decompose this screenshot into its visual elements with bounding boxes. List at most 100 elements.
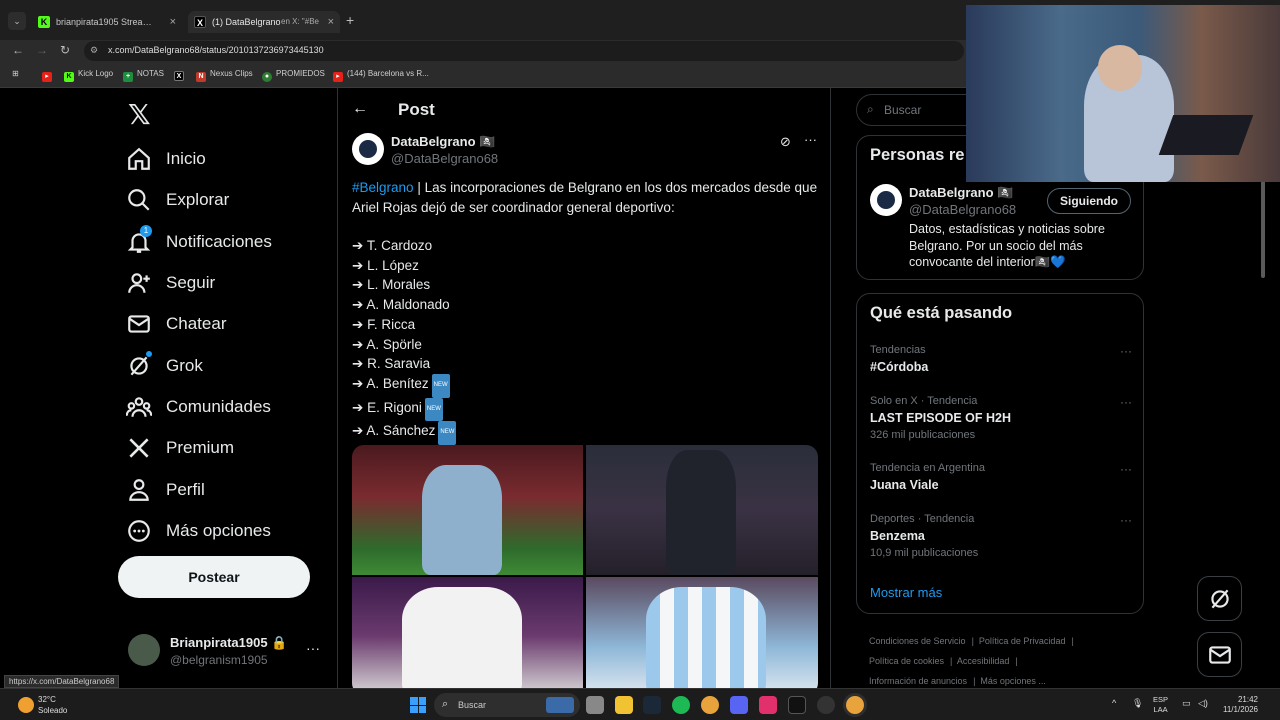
nav-label: Comunidades [166,397,271,416]
author-avatar[interactable] [870,184,902,216]
windows-taskbar: 32°C Soleado ⌕ Buscar ^ 🎙 ESP LAA ▭ ◁) 21… [0,688,1280,720]
relevant-name[interactable]: DataBelgrano 🏴‍☠️ [909,185,1013,201]
back-arrow-icon[interactable]: ← [12,43,24,57]
more-icon[interactable]: ··· [1120,395,1132,409]
post-button[interactable]: Postear [118,556,310,598]
system-clock[interactable]: 21:42 11/1/2026 [1218,695,1258,715]
bookmark-x[interactable]: X [174,69,188,81]
task-view-icon[interactable] [586,696,604,714]
site-info-icon[interactable]: ⚙ [90,45,98,56]
footer-link[interactable]: Política de Privacidad [979,636,1066,646]
address-bar[interactable]: ⚙ x.com/DataBelgrano68/status/2010137236… [84,41,964,61]
more-icon[interactable]: ··· [1120,462,1132,476]
reload-icon[interactable]: ↻ [60,43,70,57]
youtube-icon: ▸ [42,72,52,82]
close-icon[interactable]: × [170,11,176,33]
mail-icon [1208,646,1231,664]
hashtag-link[interactable]: #Belgrano [352,180,414,195]
bookmark-nexus-clips[interactable]: N Nexus Clips [196,69,253,82]
footer-link[interactable]: Condiciones de Servicio [869,636,966,646]
player-list-item: ➔ E. Rigoni NEW [352,397,456,422]
bookmark-label: NOTAS [137,69,164,78]
footer-link[interactable]: Accesibilidad [957,656,1010,666]
player-figure [646,587,766,695]
player-list-item: ➔ L. López [352,256,456,276]
browser-tab-kick[interactable]: K brianpirata1905 Stream - Watch × [32,11,182,33]
tab-search-button[interactable]: ⌄ [8,12,26,30]
footer-link[interactable]: Política de cookies [869,656,944,666]
trends-card: Qué está pasando Tendencias #Córdoba ···… [856,293,1144,614]
author-handle[interactable]: @DataBelgrano68 [391,151,498,166]
network-icon[interactable]: ▭ [1182,698,1191,709]
screen: ⌄ K brianpirata1905 Stream - Watch × X (… [0,0,1280,720]
trend-item[interactable]: Solo en X · Tendencia LAST EPISODE OF H2… [870,395,1132,441]
trend-item[interactable]: Deportes · Tendencia Benzema 10,9 mil pu… [870,513,1132,559]
file-explorer-icon[interactable] [615,696,633,714]
pirate-flag-emoji: 🏴‍☠️ [997,185,1014,200]
microphone-icon[interactable]: 🎙 [1132,698,1143,709]
more-icon[interactable]: ··· [1120,513,1132,527]
grok-icon[interactable]: ⊘ [780,134,791,150]
communities-icon [126,397,152,417]
more-icon[interactable]: ··· [1120,344,1132,358]
search-highlight-icon [546,697,574,713]
language-indicator[interactable]: ESP LAA [1153,695,1168,715]
player-name: F. Ricca [367,316,416,332]
footer-link[interactable]: Más opciones ... [980,676,1046,686]
close-icon[interactable]: × [328,11,334,33]
browser-tab-x[interactable]: X (1) DataBelgrano en X: "#Be × [188,11,340,33]
chrome-icon[interactable] [701,696,719,714]
discord-icon[interactable] [730,696,748,714]
trend-context: Tendencias [870,344,926,356]
new-indicator-dot [146,351,152,357]
arrow-icon: ➔ [352,423,364,439]
forward-arrow-icon[interactable]: → [36,43,48,57]
bookmark-barcelona[interactable]: ▸ (144) Barcelona vs R... [333,69,429,82]
tab-title: (1) DataBelgrano [212,17,281,27]
obs-icon[interactable] [817,696,835,714]
more-icon[interactable]: ··· [804,132,817,147]
grok-floating-button[interactable] [1197,576,1242,621]
youtube-bookmark[interactable]: ▸ [42,69,56,82]
chrome-active-icon[interactable] [846,696,864,714]
kick-favicon-icon: K [38,16,50,28]
steam-icon[interactable] [643,696,661,714]
bookmark-notas[interactable]: + NOTAS [123,69,164,82]
media-image-3[interactable] [352,577,583,695]
new-tab-button[interactable]: + [346,12,354,28]
chevron-up-icon[interactable]: ^ [1112,698,1116,708]
apps-grid-icon[interactable]: ⊞ [12,69,19,78]
sun-icon [18,697,34,713]
following-button[interactable]: Siguiendo [1047,188,1131,214]
media-image-4[interactable] [586,577,818,695]
bookmark-promiedos[interactable]: ● PROMIEDOS [262,69,325,82]
trend-item[interactable]: Tendencia en Argentina Juana Viale ··· [870,462,1132,492]
messages-floating-button[interactable] [1197,632,1242,677]
x-logo-icon[interactable]: 𝕏 [128,98,151,131]
instagram-icon[interactable] [759,696,777,714]
account-switcher[interactable]: Brianpirata1905 🔒 @belgranism1905 ··· [128,632,328,672]
author-name[interactable]: DataBelgrano 🏴‍☠️ [391,134,495,150]
tab-title-suffix: en X: "#Be [281,17,319,26]
trend-item[interactable]: Tendencias #Córdoba ··· [870,344,1132,374]
taskbar-search[interactable]: ⌕ Buscar [434,693,580,717]
bookmark-kick-logo[interactable]: K Kick Logo [64,69,113,82]
arrow-icon: ➔ [352,316,364,332]
relevant-handle[interactable]: @DataBelgrano68 [909,202,1016,217]
player-name: L. López [367,257,419,273]
windows-start-icon[interactable] [410,697,426,713]
tiktok-icon[interactable] [788,696,806,714]
media-image-1[interactable] [352,445,583,575]
footer-link[interactable]: Información de anuncios [869,676,967,686]
player-name: L. Morales [367,277,431,293]
more-icon[interactable]: ··· [306,640,320,656]
post-media-grid[interactable] [352,445,818,695]
author-avatar[interactable] [352,133,384,165]
volume-icon[interactable]: ◁) [1198,698,1208,709]
media-image-2[interactable] [586,445,818,575]
show-more-link[interactable]: Mostrar más [870,585,942,600]
spotify-icon[interactable] [672,696,690,714]
back-arrow-icon[interactable]: ← [352,100,368,118]
player-list-item: ➔ A. Sánchez NEW [352,421,457,446]
player-name: A. Benítez [366,375,429,391]
